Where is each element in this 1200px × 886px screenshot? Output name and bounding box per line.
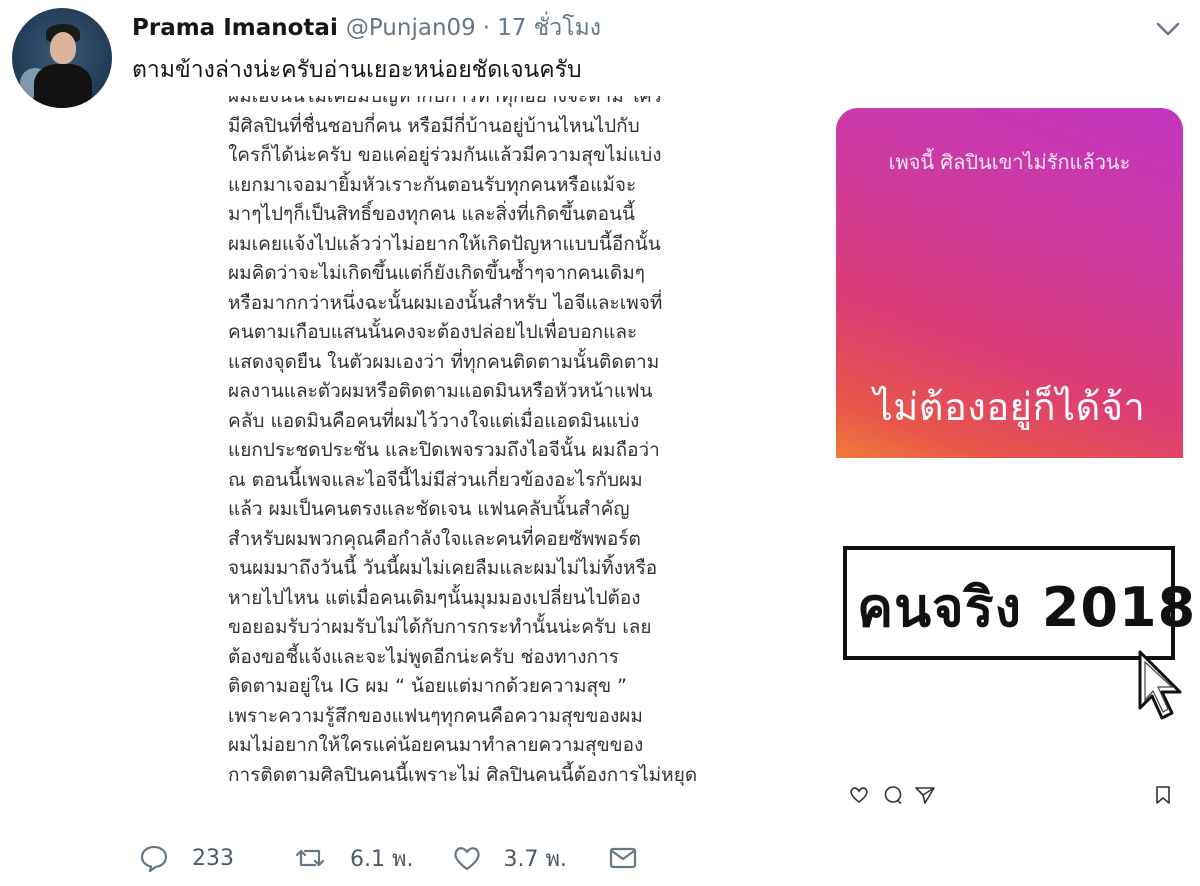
chevron-down-icon[interactable] [1154,18,1182,40]
heart-icon [454,847,481,871]
statement-line: มีศิลปินที่ชื่นชอบกี่คน หรือมีกี่บ้านอยู… [228,114,640,137]
statement-line: คนตามเกือบแสนนั้นคงจะต้องปล่อยไปเพื่อบอก… [228,321,638,343]
statement-line: แล้ว ผมเป็นคนตรงและชัดเจน แฟนคลับนั้นสำค… [228,498,630,520]
statement-line: ใครก็ได้น่ะครับ ขอแค่อยู่ร่วมกันแล้วมีคว… [228,144,662,166]
statement-line: จนผมมาถึงวันนี้ วันนี้ผมไม่เคยลืมและผมไม… [228,557,658,579]
heart-icon[interactable] [848,784,870,806]
tweet-header: Prama Imanotai @Punjan09 · 17 ชั่วโมง [132,10,601,42]
statement-line: หายไปไหน แต่เมื่อคนเดิมๆนั้นมุมมองเปลี่ย… [228,586,641,609]
user-handle[interactable]: @Punjan09 [346,15,476,41]
sign-text: คนจริง 2018 [857,576,1197,639]
avatar-face [50,32,76,64]
media-story-card[interactable]: เพจนี้ ศิลปินเขาไม่รักแล้วนะ ไม่ต้องอยู่… [836,108,1183,458]
tweet-text: ตามข้างล่างน่ะครับอ่านเยอะหน่อยชัดเจนครั… [132,57,582,83]
retweet-button[interactable]: 6.1 พ. [294,841,413,876]
statement-line: แยกประชดประชัน และปิดเพจรวมถึงไอจีนั้น ผ… [228,439,660,461]
avatar-wetsuit [34,64,92,108]
reply-button[interactable]: 233 [138,842,234,874]
story-small-text: เพจนี้ ศิลปินเขาไม่รักแล้วนะ [888,150,1131,174]
statement-line: ผมเคยแจ้งไปแล้วว่าไม่อยากให้เกิดปัญหาแบบ… [228,232,661,255]
cursor-icon [1138,650,1182,720]
retweet-count: 6.1 พ. [350,846,414,872]
send-icon[interactable] [914,784,936,806]
statement-line: ขอยอมรับว่าผมรับไม่ได้กับการกระทำนั้นน่ะ… [228,616,652,638]
direct-message-button[interactable] [607,842,639,874]
statement-line: ติดตามอยู่ใน IG ผม “ น้อยแต่มากด้วยความส… [228,675,627,697]
statement-line: ผมคิดว่าจะไม่เกิดขึ้นแต่ก็ยังเกิดขึ้นซ้ำ… [228,262,645,284]
envelope-icon [609,847,637,869]
like-button[interactable]: 3.7 พ. [451,841,567,876]
statement-line: ผลงานและตัวผมหรือติดตามแอดมินหรือหัวหน้า… [228,380,653,402]
statement-line: คลับ แอดมินคือคนที่ผมไว้วางใจแต่เมื่อแอด… [228,409,640,432]
statement-line: ต้องขอชี้แจ้งและจะไม่พูดอีกน่ะครับ ช่องท… [228,645,619,668]
statement-line: เพราะความรู้สึกของแฟนๆทุกคนคือความสุขของ… [228,704,643,727]
statement-line: ผมไม่อยากให้ใครแค่น้อยคนมาทำลายความสุขขอ… [228,734,644,756]
media-statement-image[interactable]: ผมเองนั้นไม่เคยมีปัญหากับการทำทุกอย่างจะ… [218,96,778,816]
statement-line: สำหรับผมพวกคุณคือกำลังใจและคนที่คอยซัพพอ… [228,527,641,550]
avatar[interactable] [12,8,112,108]
statement-line: การติดตามศิลปินคนนี้เพราะไม่ ศิลปินคนนี้… [228,763,698,786]
comment-icon[interactable] [882,784,904,806]
reply-icon [140,845,168,873]
tweet-timestamp[interactable]: 17 ชั่วโมง [497,10,601,46]
reply-count: 233 [192,845,234,871]
display-name[interactable]: Prama Imanotai [132,15,338,41]
story-icon-row [848,784,1176,808]
statement-line: ผมเองนั้นไม่เคยมีปัญหากับการทำทุกอย่างจะ… [228,96,662,107]
statement-line: ณ ตอนนี้เพจและไอจีนี้ไม่มีส่วนเกี่ยวข้อง… [228,468,643,491]
statement-text: ผมเองนั้นไม่เคยมีปัญหากับการทำทุกอย่างจะ… [228,96,697,790]
statement-line: แสดงจุดยืน ในตัวผมเองว่า ที่ทุกคนติดตามน… [228,350,660,373]
statement-line: แยกมาเจอมายิ้มหัวเราะกันตอนรับทุกคนหรือแ… [228,173,637,196]
story-big-text: ไม่ต้องอยู่ก็ได้จ้า [873,385,1146,429]
real-person-sign: คนจริง 2018 [843,546,1195,660]
statement-line: มาๆไปๆก็เป็นสิทธิ์ของทุกคน และสิ่งที่เกิ… [228,203,635,225]
statement-fade [218,798,778,816]
like-count: 3.7 พ. [503,846,567,872]
retweet-icon [295,849,325,867]
statement-line: หรือมากกว่าหนึ่งฉะนั้นผมเองนั้นสำหรับ ไอ… [228,291,663,314]
tweet-actions: 233 6.1 พ. 3.7 พ. [138,838,639,878]
bookmark-icon[interactable] [1152,784,1174,806]
separator-dot: · [482,15,491,41]
